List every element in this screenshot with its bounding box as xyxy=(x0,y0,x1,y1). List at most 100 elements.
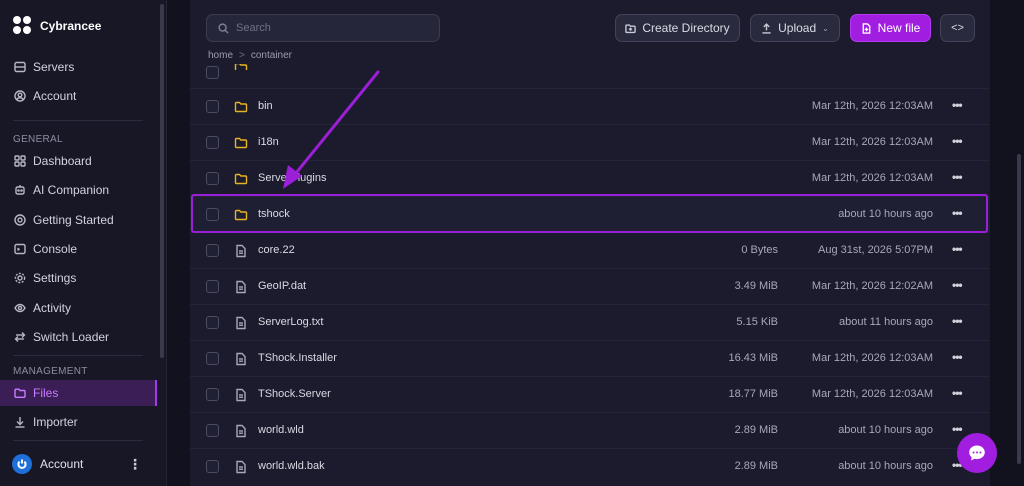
breadcrumb: home > container xyxy=(208,50,292,61)
row-checkbox[interactable] xyxy=(206,244,219,257)
chat-button[interactable] xyxy=(957,433,997,473)
brand[interactable]: Cybrancee xyxy=(13,16,101,36)
avatar xyxy=(12,454,32,474)
table-row[interactable] xyxy=(190,64,990,88)
file-name[interactable]: i18n xyxy=(258,136,279,148)
row-checkbox[interactable] xyxy=(206,388,219,401)
highlight-annotation xyxy=(191,194,988,233)
servers-icon xyxy=(14,61,26,73)
account-icon xyxy=(14,90,26,102)
sidebar-item-label: Getting Started xyxy=(33,213,114,227)
upload-button[interactable]: Upload ⌄ xyxy=(750,14,840,42)
code-view-button[interactable]: <> xyxy=(940,14,975,42)
code-icon: <> xyxy=(951,22,964,34)
main-scrollbar[interactable] xyxy=(1017,154,1021,464)
console-icon xyxy=(14,243,26,255)
file-modified: Mar 12th, 2026 12:03AM xyxy=(811,172,933,184)
row-checkbox[interactable] xyxy=(206,460,219,473)
file-icon xyxy=(234,424,248,438)
sidebar-item-account[interactable]: Account xyxy=(0,83,157,109)
sidebar-scrollbar[interactable] xyxy=(160,4,164,358)
table-row[interactable]: world.wld.bak 2.89 MiB about 10 hours ago •… xyxy=(190,448,990,484)
file-modified: Mar 12th, 2026 12:03AM xyxy=(811,352,933,364)
sidebar-item-label: Importer xyxy=(33,415,78,429)
sidebar-divider xyxy=(13,120,143,121)
more-horizontal-icon[interactable]: ••• xyxy=(952,170,963,184)
file-icon xyxy=(234,316,248,330)
table-row[interactable]: core.22 0 Bytes Aug 31st, 2026 5:07PM ••• xyxy=(190,232,990,268)
more-horizontal-icon[interactable]: ••• xyxy=(952,134,963,148)
more-horizontal-icon[interactable]: ••• xyxy=(952,422,963,436)
row-checkbox[interactable] xyxy=(206,172,219,185)
file-name[interactable]: TShock.Server xyxy=(258,388,331,400)
switch-icon xyxy=(14,332,26,342)
getting-started-icon xyxy=(14,214,26,226)
file-modified: Mar 12th, 2026 12:03AM xyxy=(811,388,933,400)
sidebar-item-switch-loader[interactable]: Switch Loader xyxy=(0,324,157,350)
search-icon xyxy=(218,22,229,34)
sidebar-item-dashboard[interactable]: Dashboard xyxy=(0,148,157,174)
sidebar-item-label: Console xyxy=(33,242,78,256)
table-row[interactable]: TShock.Server 18.77 MiB Mar 12th, 2026 12:… xyxy=(190,376,990,412)
table-row[interactable]: world.wld 2.89 MiB about 10 hours ago ••• xyxy=(190,412,990,448)
sidebar-item-servers[interactable]: Servers xyxy=(0,54,157,80)
more-horizontal-icon[interactable]: ••• xyxy=(952,386,963,400)
row-checkbox[interactable] xyxy=(206,100,219,113)
create-directory-button[interactable]: Create Directory xyxy=(615,14,740,42)
sidebar-item-label: Switch Loader xyxy=(33,330,110,344)
more-horizontal-icon[interactable]: ••• xyxy=(952,350,963,364)
more-horizontal-icon[interactable]: ••• xyxy=(952,242,963,256)
sidebar-item-files[interactable]: Files xyxy=(0,380,157,406)
chat-bubble-icon xyxy=(969,445,985,461)
row-checkbox[interactable] xyxy=(206,66,219,79)
table-row[interactable]: ServerPlugins Mar 12th, 2026 12:03AM ••• xyxy=(190,160,990,196)
ai-companion-icon xyxy=(15,185,25,195)
breadcrumb-home[interactable]: home xyxy=(208,50,233,61)
row-checkbox[interactable] xyxy=(206,280,219,293)
sidebar-item-label: Activity xyxy=(33,301,72,315)
chevron-right-icon: > xyxy=(239,50,245,61)
search-input[interactable] xyxy=(236,22,426,34)
table-row[interactable]: GeoIP.dat 3.49 MiB Mar 12th, 2026 12:02AM •… xyxy=(190,268,990,304)
row-checkbox[interactable] xyxy=(206,352,219,365)
sidebar-item-importer[interactable]: Importer xyxy=(0,409,157,435)
sidebar-item-settings[interactable]: Settings xyxy=(0,265,157,291)
file-name[interactable]: ServerLog.txt xyxy=(258,316,323,328)
more-horizontal-icon[interactable]: ••• xyxy=(952,278,963,292)
row-checkbox[interactable] xyxy=(206,136,219,149)
dashboard-icon xyxy=(14,155,26,167)
file-name[interactable]: TShock.Installer xyxy=(258,352,337,364)
account-menu[interactable]: Account ⋮ xyxy=(12,452,142,476)
row-checkbox[interactable] xyxy=(206,316,219,329)
file-name[interactable]: world.wld xyxy=(258,424,304,436)
more-vertical-icon[interactable]: ⋮ xyxy=(128,456,142,473)
sidebar-item-activity[interactable]: Activity xyxy=(0,295,157,321)
new-file-button[interactable]: New file xyxy=(850,14,931,42)
sidebar-item-ai-companion[interactable]: AI Companion xyxy=(0,177,157,203)
sidebar-item-label: Dashboard xyxy=(33,154,92,168)
file-size: 0 Bytes xyxy=(741,244,778,256)
sidebar-item-getting-started[interactable]: Getting Started xyxy=(0,207,157,233)
file-name[interactable]: world.wld.bak xyxy=(258,460,325,472)
file-modified: about 11 hours ago xyxy=(839,316,933,328)
file-modified: about 10 hours ago xyxy=(838,424,933,436)
breadcrumb-container[interactable]: container xyxy=(251,50,292,61)
table-row[interactable]: ServerLog.txt 5.15 KiB about 11 hours ago •… xyxy=(190,304,990,340)
file-name[interactable]: core.22 xyxy=(258,244,295,256)
file-name[interactable]: GeoIP.dat xyxy=(258,280,306,292)
file-name[interactable]: ServerPlugins xyxy=(258,172,326,184)
new-file-label: New file xyxy=(877,21,921,35)
more-horizontal-icon[interactable]: ••• xyxy=(952,314,963,328)
more-horizontal-icon[interactable]: ••• xyxy=(952,98,963,112)
table-row[interactable]: bin Mar 12th, 2026 12:03AM ••• xyxy=(190,88,990,124)
table-row[interactable]: i18n Mar 12th, 2026 12:03AM ••• xyxy=(190,124,990,160)
row-checkbox[interactable] xyxy=(206,424,219,437)
folder-plus-icon xyxy=(625,23,637,33)
folder-icon xyxy=(14,388,26,398)
sidebar-item-console[interactable]: Console xyxy=(0,236,157,262)
file-icon xyxy=(234,460,248,474)
sidebar-item-label: Files xyxy=(33,386,59,400)
file-name[interactable]: bin xyxy=(258,100,273,112)
file-size: 18.77 MiB xyxy=(728,388,778,400)
table-row[interactable]: TShock.Installer 16.43 MiB Mar 12th, 2026 … xyxy=(190,340,990,376)
